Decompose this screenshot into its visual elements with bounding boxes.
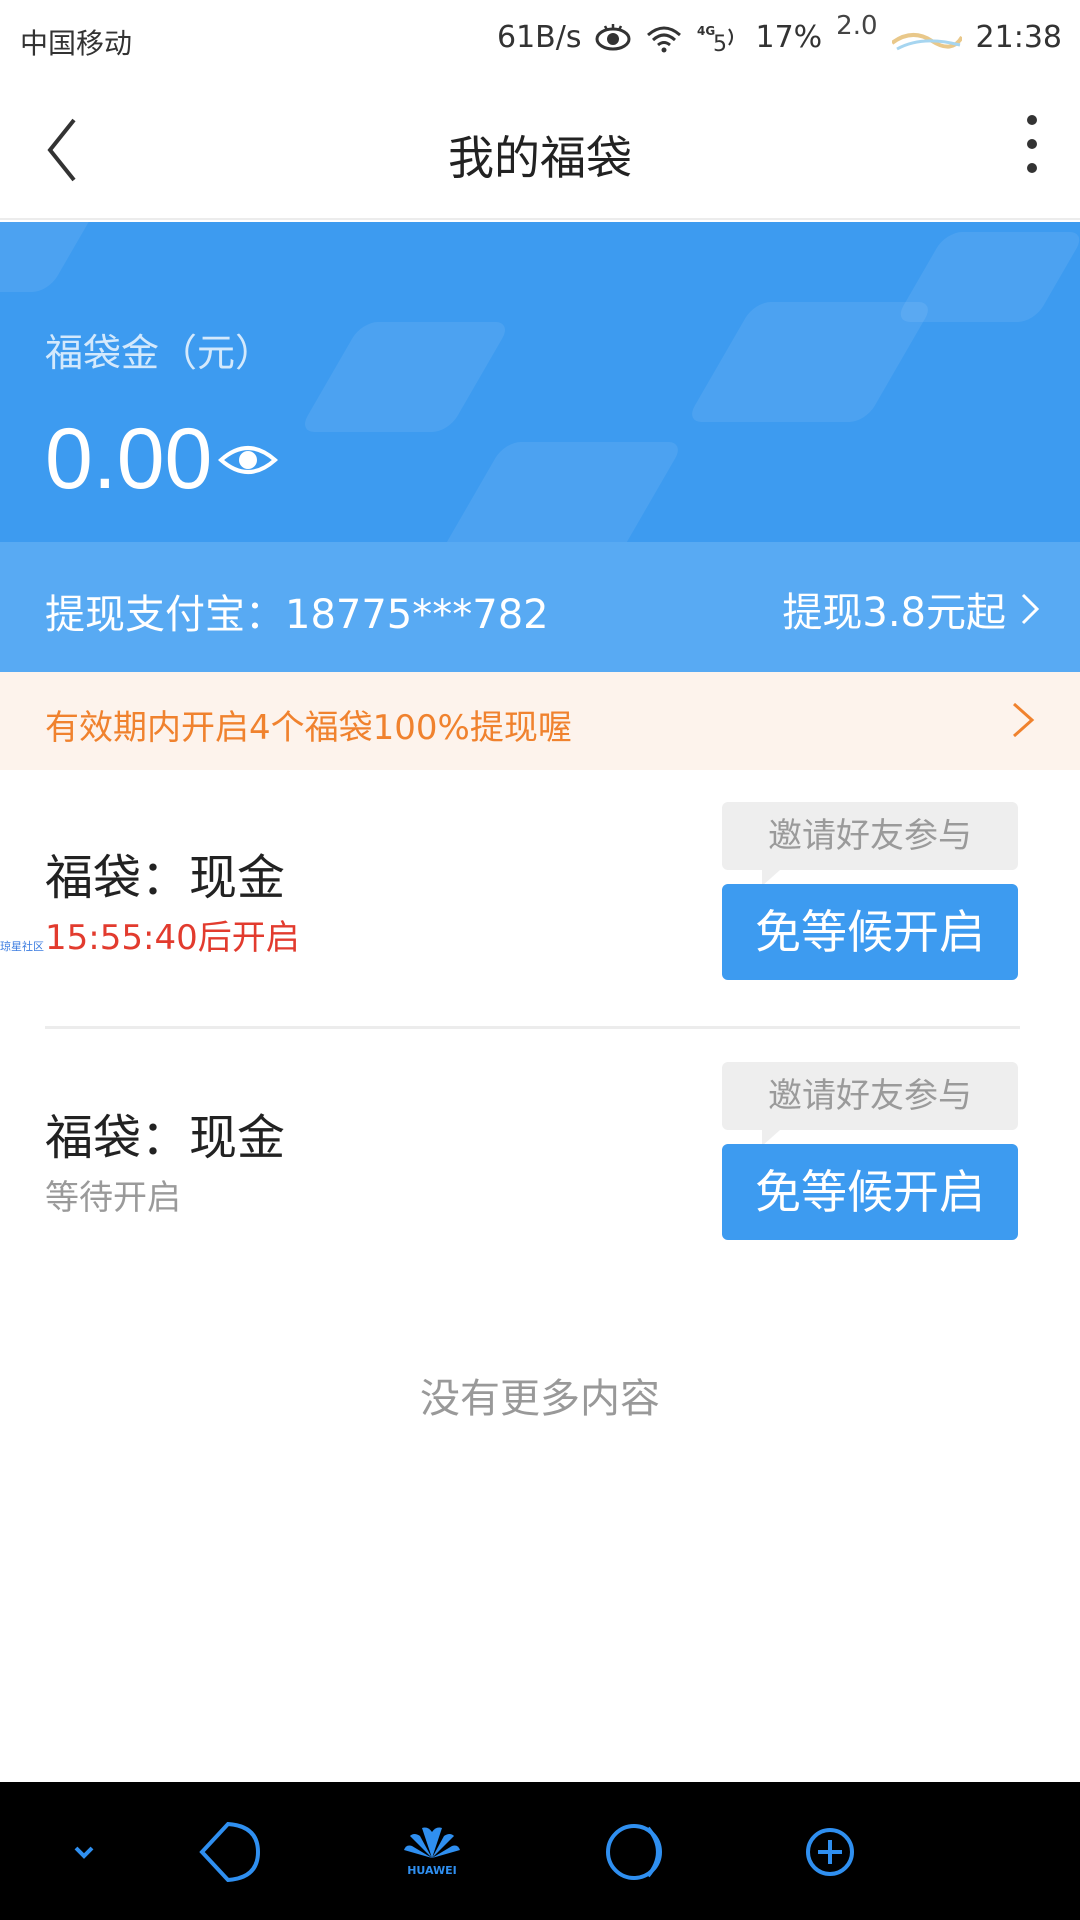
eye-icon[interactable] — [217, 440, 279, 480]
svg-text:5: 5 — [713, 32, 727, 53]
divider — [45, 1026, 1020, 1029]
wifi-icon — [645, 23, 683, 53]
watermark: 琼星社区 — [0, 940, 44, 953]
home-nav-button[interactable] — [596, 1812, 676, 1892]
no-more-content: 没有更多内容 — [420, 1376, 660, 1422]
battery-level: 17% — [755, 20, 823, 55]
status-bar: 中国移动 61B/s 4G 5 17% 2.0 21:38 — [0, 0, 1080, 80]
open-now-button[interactable]: 免等候开启 — [722, 1144, 1018, 1240]
chevron-down-icon — [74, 1846, 94, 1859]
lucky-bag-item: 福袋：现金 等待开启 邀请好友参与 免等候开启 — [0, 1050, 1080, 1310]
back-icon — [199, 1821, 261, 1883]
back-nav-button[interactable] — [188, 1812, 268, 1892]
balance-amount: 0.00 — [45, 411, 213, 507]
carrier-label: 中国移动 — [20, 27, 133, 60]
chevron-right-icon — [1013, 702, 1035, 738]
withdraw-button[interactable]: 提现3.8元起 — [782, 580, 1040, 638]
battery-decoration-icon — [891, 23, 962, 53]
clock: 21:38 — [975, 20, 1062, 55]
decor-shape — [894, 232, 1080, 322]
invite-friends-button[interactable]: 邀请好友参与 — [722, 802, 1018, 886]
nav-bar: 我的福袋 — [0, 80, 1080, 220]
invite-friends-button[interactable]: 邀请好友参与 — [722, 1062, 1018, 1146]
status-icons: 61B/s 4G 5 17% 2.0 21:38 — [496, 11, 1062, 56]
home-icon — [606, 1824, 662, 1880]
notice-banner[interactable]: 有效期内开启4个福袋100%提现喔 — [0, 672, 1080, 770]
decor-shape — [298, 322, 512, 432]
app-screen: 中国移动 61B/s 4G 5 17% 2.0 21:38 我的福袋 福袋金（元… — [0, 0, 1080, 1920]
chevron-right-icon — [1021, 593, 1040, 625]
net-speed: 61B/s — [496, 20, 582, 55]
withdraw-row: 提现支付宝：18775***782 提现3.8元起 — [0, 542, 1080, 672]
plus-circle-icon — [806, 1828, 854, 1876]
eye-comfort-icon — [595, 23, 631, 53]
huawei-brand-text: HUAWEI — [407, 1864, 457, 1877]
huawei-logo-icon: HUAWEI — [392, 1812, 472, 1892]
add-button[interactable] — [790, 1812, 870, 1892]
item-title: 福袋：现金 — [45, 850, 286, 906]
lucky-bag-item: 福袋：现金 15:55:40后开启 邀请好友参与 免等候开启 — [0, 790, 1080, 1050]
battery-badge: 2.0 — [836, 10, 878, 41]
balance-label: 福袋金（元） — [45, 331, 274, 375]
item-status: 等待开启 — [45, 1178, 181, 1218]
open-now-button[interactable]: 免等候开启 — [722, 884, 1018, 980]
withdraw-label: 提现3.8元起 — [782, 590, 1006, 636]
signal-4g-icon: 4G 5 — [697, 23, 741, 53]
page-title: 我的福袋 — [448, 131, 632, 185]
decor-shape — [0, 222, 112, 292]
more-vertical-icon — [1027, 115, 1037, 173]
hide-nav-button[interactable] — [44, 1812, 124, 1892]
notice-text: 有效期内开启4个福袋100%提现喔 — [45, 708, 572, 748]
system-nav-bar: HUAWEI — [0, 1782, 1080, 1920]
decor-shape — [435, 442, 685, 542]
withdraw-account: 提现支付宝：18775***782 — [45, 592, 549, 638]
item-title: 福袋：现金 — [45, 1110, 286, 1166]
more-button[interactable] — [990, 110, 1050, 190]
item-countdown: 15:55:40后开启 — [45, 918, 300, 958]
decor-shape — [685, 302, 935, 422]
balance-card: 福袋金（元） 0.00 — [0, 222, 1080, 542]
